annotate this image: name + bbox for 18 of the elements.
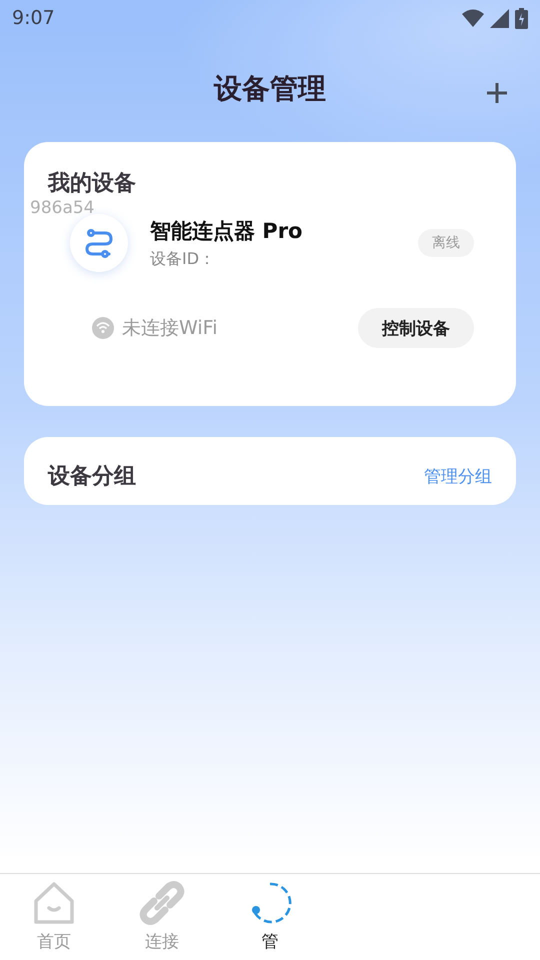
device-name: 智能连点器 Pro — [150, 218, 304, 244]
nav-tab[interactable]: 管 — [216, 874, 324, 960]
battery-icon — [515, 8, 528, 28]
signal-icon — [490, 8, 509, 28]
section-title: 设备分组 — [48, 463, 136, 491]
nav-tab[interactable]: 首页 — [0, 874, 108, 960]
nav-tab[interactable]: 连接 — [108, 874, 216, 960]
wifi-icon — [462, 9, 484, 27]
control-device-button[interactable]: 控制设备 — [358, 308, 474, 348]
device-id-label: 设备ID： — [150, 248, 216, 270]
section-title: 我的设备 — [48, 171, 136, 196]
page-title: 设备管理 — [214, 71, 326, 107]
status-tag: 离线 — [418, 229, 474, 257]
wifi-status-text: 未连接WiFi — [122, 316, 218, 341]
status-time: 9:07 — [12, 7, 55, 29]
manage-groups-link[interactable]: 管理分组 — [424, 464, 492, 488]
link-icon — [139, 880, 185, 926]
device-id-text: 986a54 — [30, 198, 94, 218]
